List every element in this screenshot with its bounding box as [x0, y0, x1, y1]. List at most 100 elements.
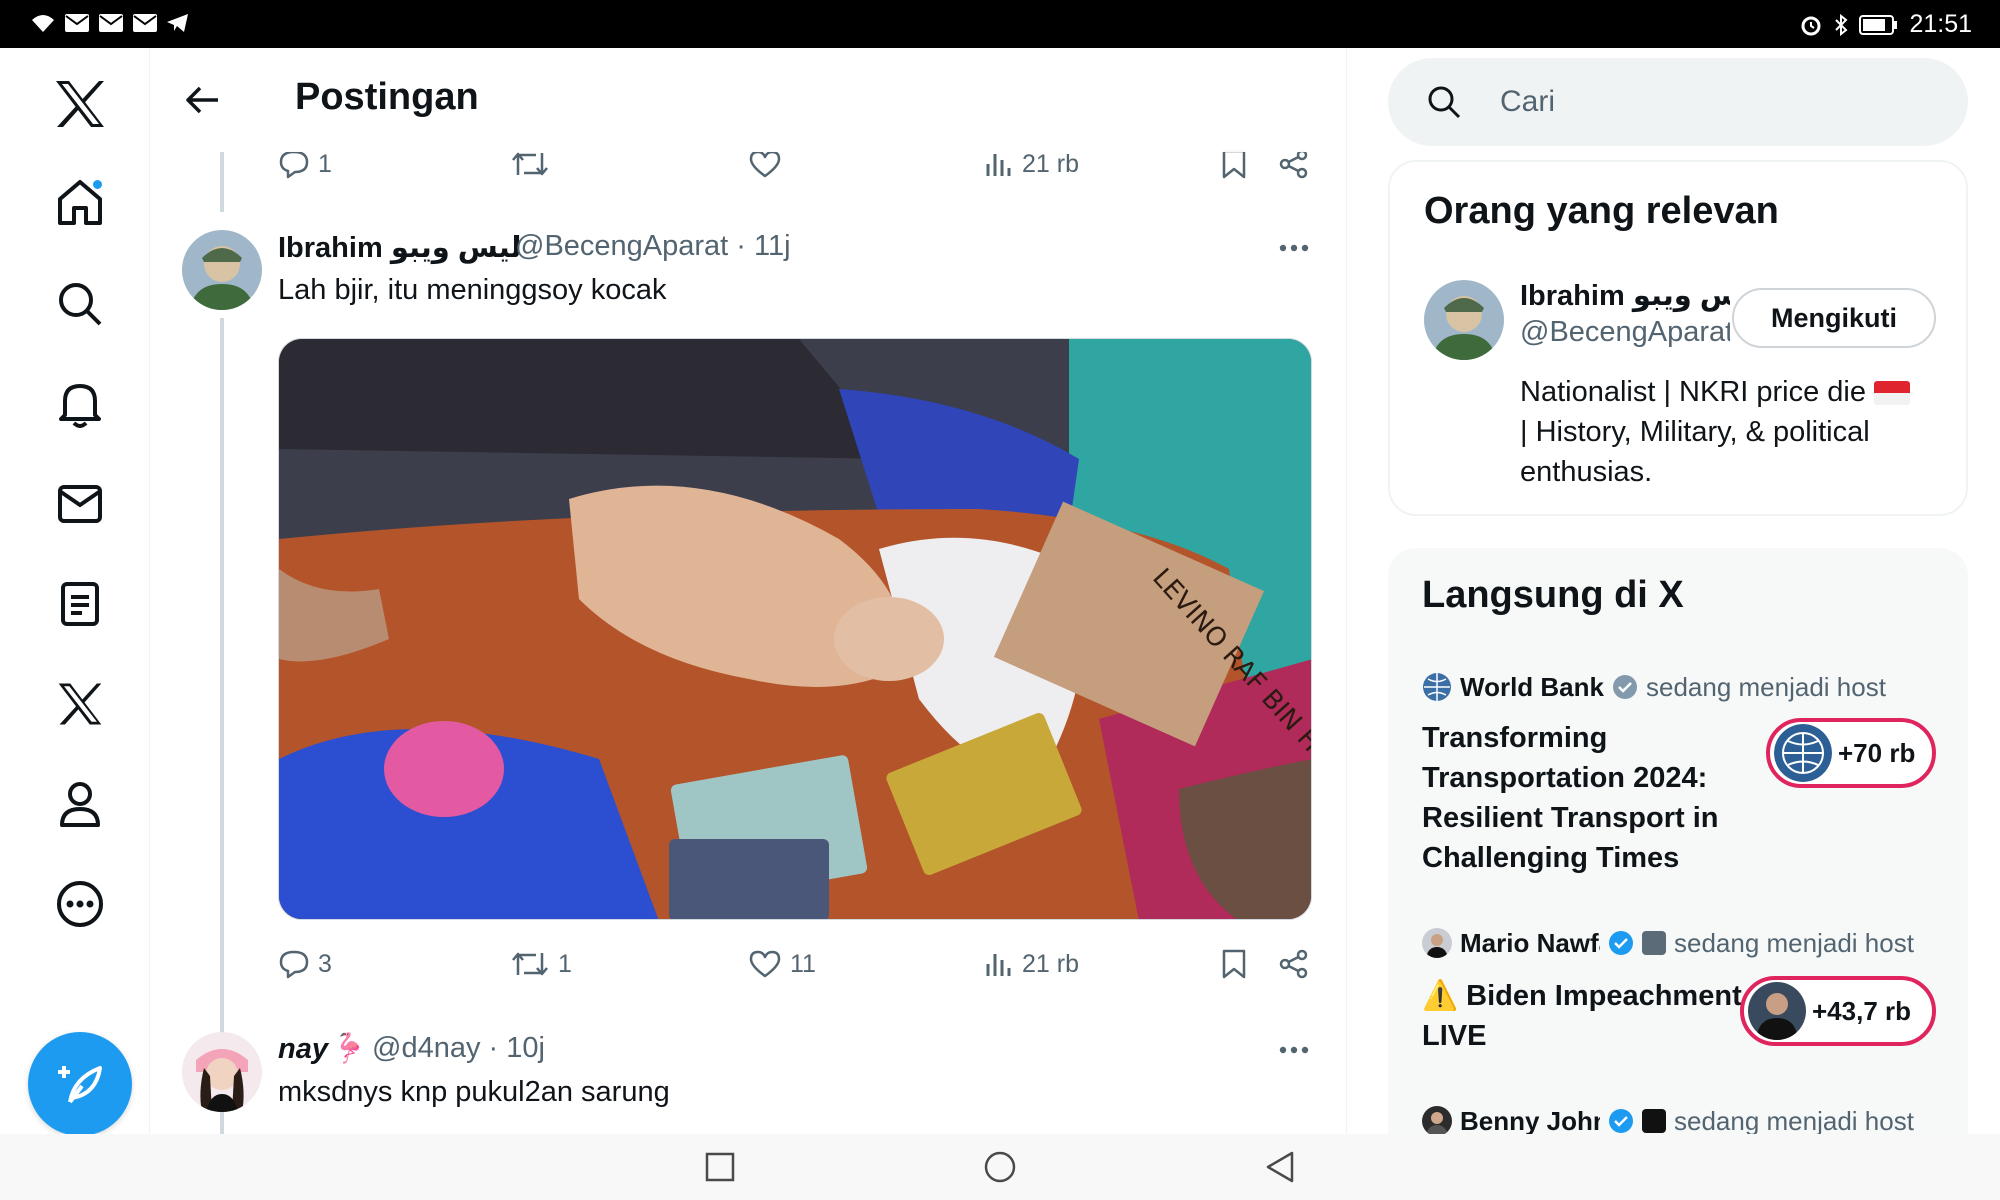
alarm-icon [1801, 16, 1821, 35]
wifi-icon [32, 15, 54, 32]
back-nav-button[interactable] [1260, 1147, 1300, 1187]
more-horizontal-icon [1279, 244, 1309, 252]
bookmark-icon [1222, 949, 1246, 979]
compose-icon [58, 1066, 102, 1104]
search-bar[interactable] [1388, 58, 1968, 146]
reply-more-button[interactable] [1274, 1030, 1314, 1070]
verified-badge-icon [1609, 1109, 1633, 1133]
space-listeners[interactable]: +43,7 rb [1740, 976, 1936, 1046]
avatar[interactable] [1424, 280, 1504, 360]
x-logo-icon[interactable] [50, 74, 110, 134]
search-input[interactable] [1500, 80, 1940, 124]
compose-button[interactable] [28, 1032, 132, 1136]
arrow-left-icon [186, 86, 218, 114]
main-column: Postingan 1 21 rb Ibrahim ليس ويبو @Bece… [150, 48, 1347, 1134]
thread-line [220, 318, 224, 1088]
bell-icon[interactable] [50, 374, 110, 434]
tweet-author-handle[interactable]: @BecengAparat · 11j [515, 230, 791, 263]
relevant-person-handle[interactable]: @BecengAparat [1520, 316, 1730, 349]
home-icon[interactable] [50, 172, 110, 232]
indonesia-flag-icon [1874, 381, 1911, 406]
telegram-icon [167, 14, 188, 32]
heart-icon [749, 150, 781, 178]
space-host-row[interactable]: Mario Nawfal sedang menjadi host [1422, 926, 1914, 960]
share-icon [1279, 149, 1308, 179]
back-button[interactable] [180, 78, 224, 122]
affiliate-badge-icon [1642, 931, 1666, 955]
share-icon [1279, 949, 1308, 979]
more-icon[interactable] [50, 874, 110, 934]
reply-icon [279, 950, 309, 979]
square-icon [705, 1152, 735, 1182]
affiliate-badge-icon [1642, 1109, 1666, 1133]
space-title[interactable]: ⚠️ Biden Impeachment LIVE [1422, 976, 1742, 1056]
views-button[interactable]: 21 rb [984, 942, 1079, 986]
live-on-x-title: Langsung di X [1422, 574, 1684, 616]
reply-author-name[interactable]: nay🦩 [278, 1032, 364, 1066]
x-premium-icon[interactable] [50, 674, 110, 734]
tweet-more-button[interactable] [1274, 228, 1314, 268]
globe-avatar-icon [1422, 672, 1452, 702]
search-icon [1428, 86, 1461, 119]
more-horizontal-icon [1279, 1046, 1309, 1054]
battery-icon [1859, 14, 1898, 35]
verified-badge-icon [1609, 931, 1633, 955]
mail-notification-icon [65, 14, 89, 32]
search-icon[interactable] [50, 274, 110, 334]
relevant-people-title: Orang yang relevan [1424, 190, 1779, 232]
globe-avatar-icon [1774, 724, 1832, 782]
status-icons-left [30, 12, 190, 34]
thread-line [220, 152, 224, 212]
triangle-back-icon [1266, 1151, 1294, 1183]
analytics-icon [986, 954, 1011, 976]
tweet-image[interactable]: LEVINO RAF BIN HENDRI AD [278, 338, 1312, 920]
circle-icon [984, 1151, 1016, 1183]
tweet-author-name[interactable]: Ibrahim ليس ويبو [278, 230, 522, 265]
status-bar: 21:51 [0, 0, 2000, 48]
mail-icon[interactable] [50, 474, 110, 534]
space-title[interactable]: Transforming Transportation 2024: Resili… [1422, 718, 1742, 878]
space-host-row[interactable]: World Bank sedang menjadi host [1422, 670, 1886, 704]
home-button[interactable] [980, 1147, 1020, 1187]
space-host-row[interactable]: Benny Johnson sedang menjadi host [1422, 1104, 1914, 1134]
avatar[interactable] [182, 1032, 262, 1112]
right-sidebar: Orang yang relevan Ibrahim ليس ويبو @Bec… [1347, 48, 2000, 1134]
reply-text: mksdnys knp pukul2an sarung [278, 1076, 670, 1108]
status-icons-right: 21:51 [1799, 10, 1972, 39]
avatar [1422, 1106, 1452, 1134]
space-listeners[interactable]: +70 rb [1766, 718, 1936, 788]
bookmark-icon [1222, 149, 1246, 179]
verified-badge-icon [1612, 675, 1637, 699]
reply-button[interactable]: 3 [278, 942, 332, 986]
mail-notification-icon [133, 14, 157, 32]
reply-author-handle[interactable]: @d4nay · 10j [372, 1032, 545, 1065]
left-navigation [0, 48, 150, 1136]
page-title: Postingan [295, 76, 479, 118]
system-navigation-bar [0, 1134, 2000, 1200]
mail-notification-icon [99, 14, 123, 32]
retweet-button[interactable]: 1 [510, 942, 572, 986]
bluetooth-icon [1835, 13, 1848, 36]
like-button[interactable]: 11 [748, 942, 816, 986]
notification-dot [91, 178, 104, 191]
bookmark-button[interactable] [1220, 942, 1248, 986]
live-on-x-card: Langsung di X World Bank sedang menjadi … [1388, 548, 1968, 1134]
heart-icon [749, 950, 781, 978]
tweet-actions: 3 1 11 21 rb [278, 942, 1330, 986]
tweet-text: Lah bjir, itu meninggsoy kocak [278, 274, 667, 306]
profile-icon[interactable] [50, 774, 110, 834]
avatar [1748, 982, 1806, 1040]
page-header: Postingan [150, 48, 1346, 152]
reply-icon [279, 150, 309, 179]
analytics-icon [986, 154, 1011, 176]
following-button[interactable]: Mengikuti [1732, 288, 1936, 348]
retweet-icon [512, 152, 548, 176]
relevant-person-bio: Nationalist | NKRI price die | History, … [1520, 372, 1940, 492]
avatar [1422, 928, 1452, 958]
recents-button[interactable] [700, 1147, 740, 1187]
list-icon[interactable] [50, 574, 110, 634]
relevant-person-name[interactable]: Ibrahim ليس ويبو [1520, 278, 1730, 313]
share-button[interactable] [1278, 942, 1310, 986]
retweet-icon [512, 952, 548, 976]
avatar[interactable] [182, 230, 262, 310]
